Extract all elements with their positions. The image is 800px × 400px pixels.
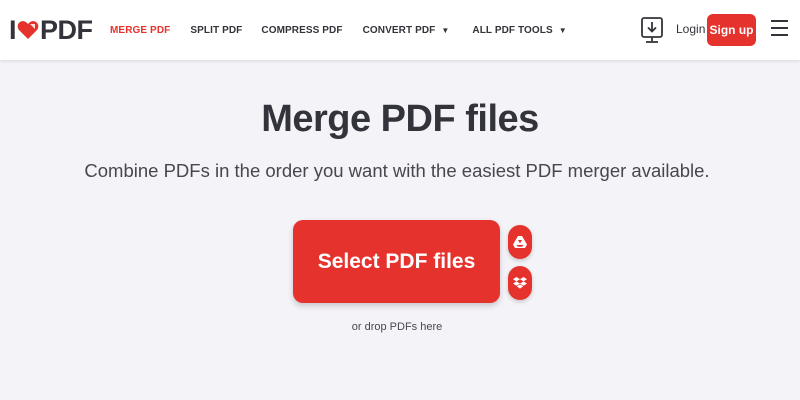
- select-pdf-files-button[interactable]: Select PDF files: [293, 220, 500, 303]
- top-navbar: I PDF MERGE PDF SPLIT PDF COMPRESS PDF C…: [0, 0, 800, 60]
- nav-merge-pdf-label: MERGE PDF: [110, 24, 171, 36]
- nav-split-pdf[interactable]: SPLIT PDF: [190, 25, 242, 36]
- select-pdf-files-label: Select PDF files: [317, 249, 476, 273]
- desktop-download-button[interactable]: [640, 16, 664, 44]
- main-nav: MERGE PDF SPLIT PDF COMPRESS PDF CONVERT…: [110, 0, 567, 60]
- google-drive-button[interactable]: [508, 225, 532, 259]
- page-title: Merge PDF files: [261, 98, 539, 140]
- nav-all-pdf-tools[interactable]: ALL PDF TOOLS ▼: [472, 25, 566, 36]
- hamburger-menu-icon[interactable]: [771, 20, 789, 38]
- desktop-download-icon: [641, 17, 663, 43]
- google-drive-icon: [513, 236, 527, 248]
- ilovepdf-logo[interactable]: I PDF: [9, 15, 93, 45]
- nav-merge-pdf[interactable]: MERGE PDF: [110, 25, 170, 36]
- drop-hint-text: or drop PDFs here: [351, 321, 443, 333]
- signup-button[interactable]: Sign up: [707, 14, 756, 46]
- logo-text-pdf: PDF: [40, 14, 93, 45]
- nav-all-pdf-tools-label: ALL PDF TOOLS: [472, 24, 553, 36]
- nav-compress-pdf[interactable]: COMPRESS PDF: [261, 25, 342, 36]
- nav-convert-pdf[interactable]: CONVERT PDF ▼: [363, 25, 450, 36]
- dropbox-button[interactable]: [508, 266, 532, 300]
- dropbox-icon: [513, 277, 527, 289]
- nav-convert-pdf-label: CONVERT PDF: [362, 24, 436, 36]
- nav-compress-pdf-label: COMPRESS PDF: [261, 24, 343, 36]
- logo-text-i: I: [9, 14, 17, 45]
- chevron-down-icon: ▼: [441, 25, 450, 35]
- nav-split-pdf-label: SPLIT PDF: [190, 24, 243, 36]
- page-subtitle: Combine PDFs in the order you want with …: [84, 160, 710, 181]
- heart-icon: [17, 20, 39, 40]
- chevron-down-icon: ▼: [558, 25, 567, 35]
- login-link[interactable]: Login: [676, 22, 705, 36]
